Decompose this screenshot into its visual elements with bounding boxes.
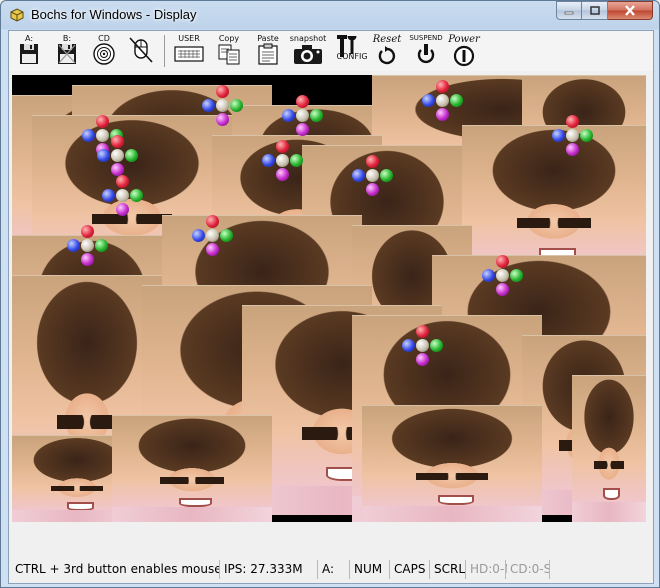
title-bar[interactable]: Bochs for Windows - Display xyxy=(1,1,659,30)
suspend-button[interactable]: SUSPEND xyxy=(409,34,443,68)
maximize-button[interactable] xyxy=(582,1,608,20)
reset-button[interactable]: Reset xyxy=(371,34,403,68)
status-drive-a: A: xyxy=(317,560,353,579)
user-label: USER xyxy=(178,34,200,43)
config-button[interactable]: CONFIG xyxy=(333,34,368,68)
display-ball-cluster xyxy=(67,225,109,267)
display-ball-cluster xyxy=(402,325,444,367)
status-bar: CTRL + 3rd button enables mouse IPS: 27.… xyxy=(9,556,653,583)
cdrom-button[interactable]: CD xyxy=(91,34,117,68)
display-ball-cluster xyxy=(282,95,324,137)
toolbar: A: B: CD USER Copy Paste snapshot CONFIG… xyxy=(9,31,653,71)
client-area: A: B: CD USER Copy Paste snapshot CONFIG… xyxy=(8,30,654,584)
floppy-b-label: B: xyxy=(62,34,72,43)
status-scroll-lock: SCRL xyxy=(429,560,467,579)
floppy-b-icon xyxy=(58,44,76,64)
snapshot-label: snapshot xyxy=(289,34,327,43)
display-ball-cluster xyxy=(422,80,464,122)
display-image-tile xyxy=(112,415,272,522)
floppy-a-button[interactable]: A: xyxy=(16,34,42,68)
minimize-button[interactable] xyxy=(556,1,582,20)
status-ips: IPS: 27.333M xyxy=(219,560,317,579)
display-image-tile xyxy=(572,375,646,522)
display-image-tile xyxy=(362,405,542,522)
config-label: CONFIG xyxy=(336,52,368,61)
maximize-icon xyxy=(589,5,600,15)
user-keyboard-button[interactable]: USER xyxy=(172,34,206,68)
reset-label: Reset xyxy=(372,34,402,45)
status-mouse-hint: CTRL + 3rd button enables mouse xyxy=(15,562,219,576)
close-icon xyxy=(625,5,635,16)
status-empty xyxy=(549,560,653,579)
cdrom-icon xyxy=(93,43,115,65)
status-caps-lock: CAPS xyxy=(389,560,429,579)
toolbar-separator xyxy=(164,35,165,67)
floppy-b-button[interactable]: B: xyxy=(54,34,80,68)
snapshot-button[interactable]: snapshot xyxy=(290,34,326,68)
emulator-display[interactable] xyxy=(12,75,646,522)
display-ball-cluster xyxy=(192,215,234,257)
paste-button[interactable]: Paste xyxy=(254,34,282,68)
suspend-label: SUSPEND xyxy=(409,34,443,42)
close-button[interactable] xyxy=(608,1,653,20)
mouse-disabled-icon xyxy=(129,37,153,63)
keyboard-icon xyxy=(174,46,204,62)
display-ball-cluster xyxy=(552,115,594,157)
minimize-icon xyxy=(564,11,574,14)
bochs-app-icon xyxy=(10,8,24,22)
display-ball-cluster xyxy=(482,255,524,297)
power-icon xyxy=(453,45,475,67)
copy-icon xyxy=(218,44,240,65)
status-hard-disk: HD:0-M xyxy=(465,560,507,579)
paste-label: Paste xyxy=(257,34,279,43)
window-title: Bochs for Windows - Display xyxy=(31,7,197,22)
paste-icon xyxy=(258,43,278,65)
cdrom-label: CD xyxy=(98,34,110,43)
display-ball-cluster xyxy=(352,155,394,197)
mouse-button[interactable] xyxy=(127,34,155,68)
display-ball-cluster xyxy=(97,135,139,177)
floppy-a-icon xyxy=(20,44,38,64)
display-ball-cluster xyxy=(262,140,304,182)
camera-icon xyxy=(294,45,322,64)
reset-icon xyxy=(378,46,396,65)
status-num-lock: NUM xyxy=(349,560,389,579)
display-ball-cluster xyxy=(202,85,244,127)
status-cdrom: CD:0-S xyxy=(505,560,549,579)
power-label: Power xyxy=(448,34,480,45)
floppy-a-label: A: xyxy=(24,34,34,43)
bochs-window: Bochs for Windows - Display A: B: CD USE… xyxy=(0,0,660,588)
display-ball-cluster xyxy=(102,175,144,217)
suspend-icon xyxy=(417,44,435,64)
power-button[interactable]: Power xyxy=(447,34,481,68)
copy-button[interactable]: Copy xyxy=(216,34,242,68)
copy-label: Copy xyxy=(218,34,240,43)
